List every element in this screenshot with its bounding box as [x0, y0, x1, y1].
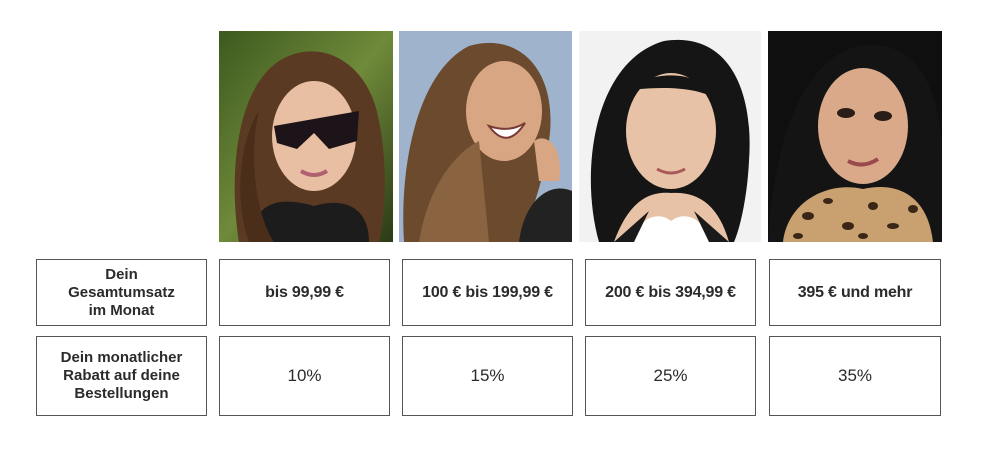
discount-rate-1: 10%	[219, 336, 390, 416]
turnover-tier-1: bis 99,99 €	[219, 259, 390, 326]
photo-woman-laughing	[399, 31, 572, 242]
label-monthly-discount: Dein monatlicher Rabatt auf deine Bestel…	[36, 336, 207, 416]
portrait-image	[768, 31, 942, 242]
label-monthly-turnover: Dein Gesamtumsatz im Monat	[36, 259, 207, 326]
discount-rate-3: 25%	[585, 336, 756, 416]
discount-rate-4: 35%	[769, 336, 941, 416]
turnover-tier-3: 200 € bis 394,99 €	[585, 259, 756, 326]
turnover-tier-4: 395 € und mehr	[769, 259, 941, 326]
photo-woman-smiling	[579, 31, 761, 242]
turnover-tier-2: 100 € bis 199,99 €	[402, 259, 573, 326]
photo-woman-sunglasses	[219, 31, 393, 242]
discount-rate-2: 15%	[402, 336, 573, 416]
portrait-image	[219, 31, 393, 242]
portrait-image	[399, 31, 572, 242]
portrait-image	[579, 31, 761, 242]
photo-woman-leopard-scarf	[768, 31, 942, 242]
